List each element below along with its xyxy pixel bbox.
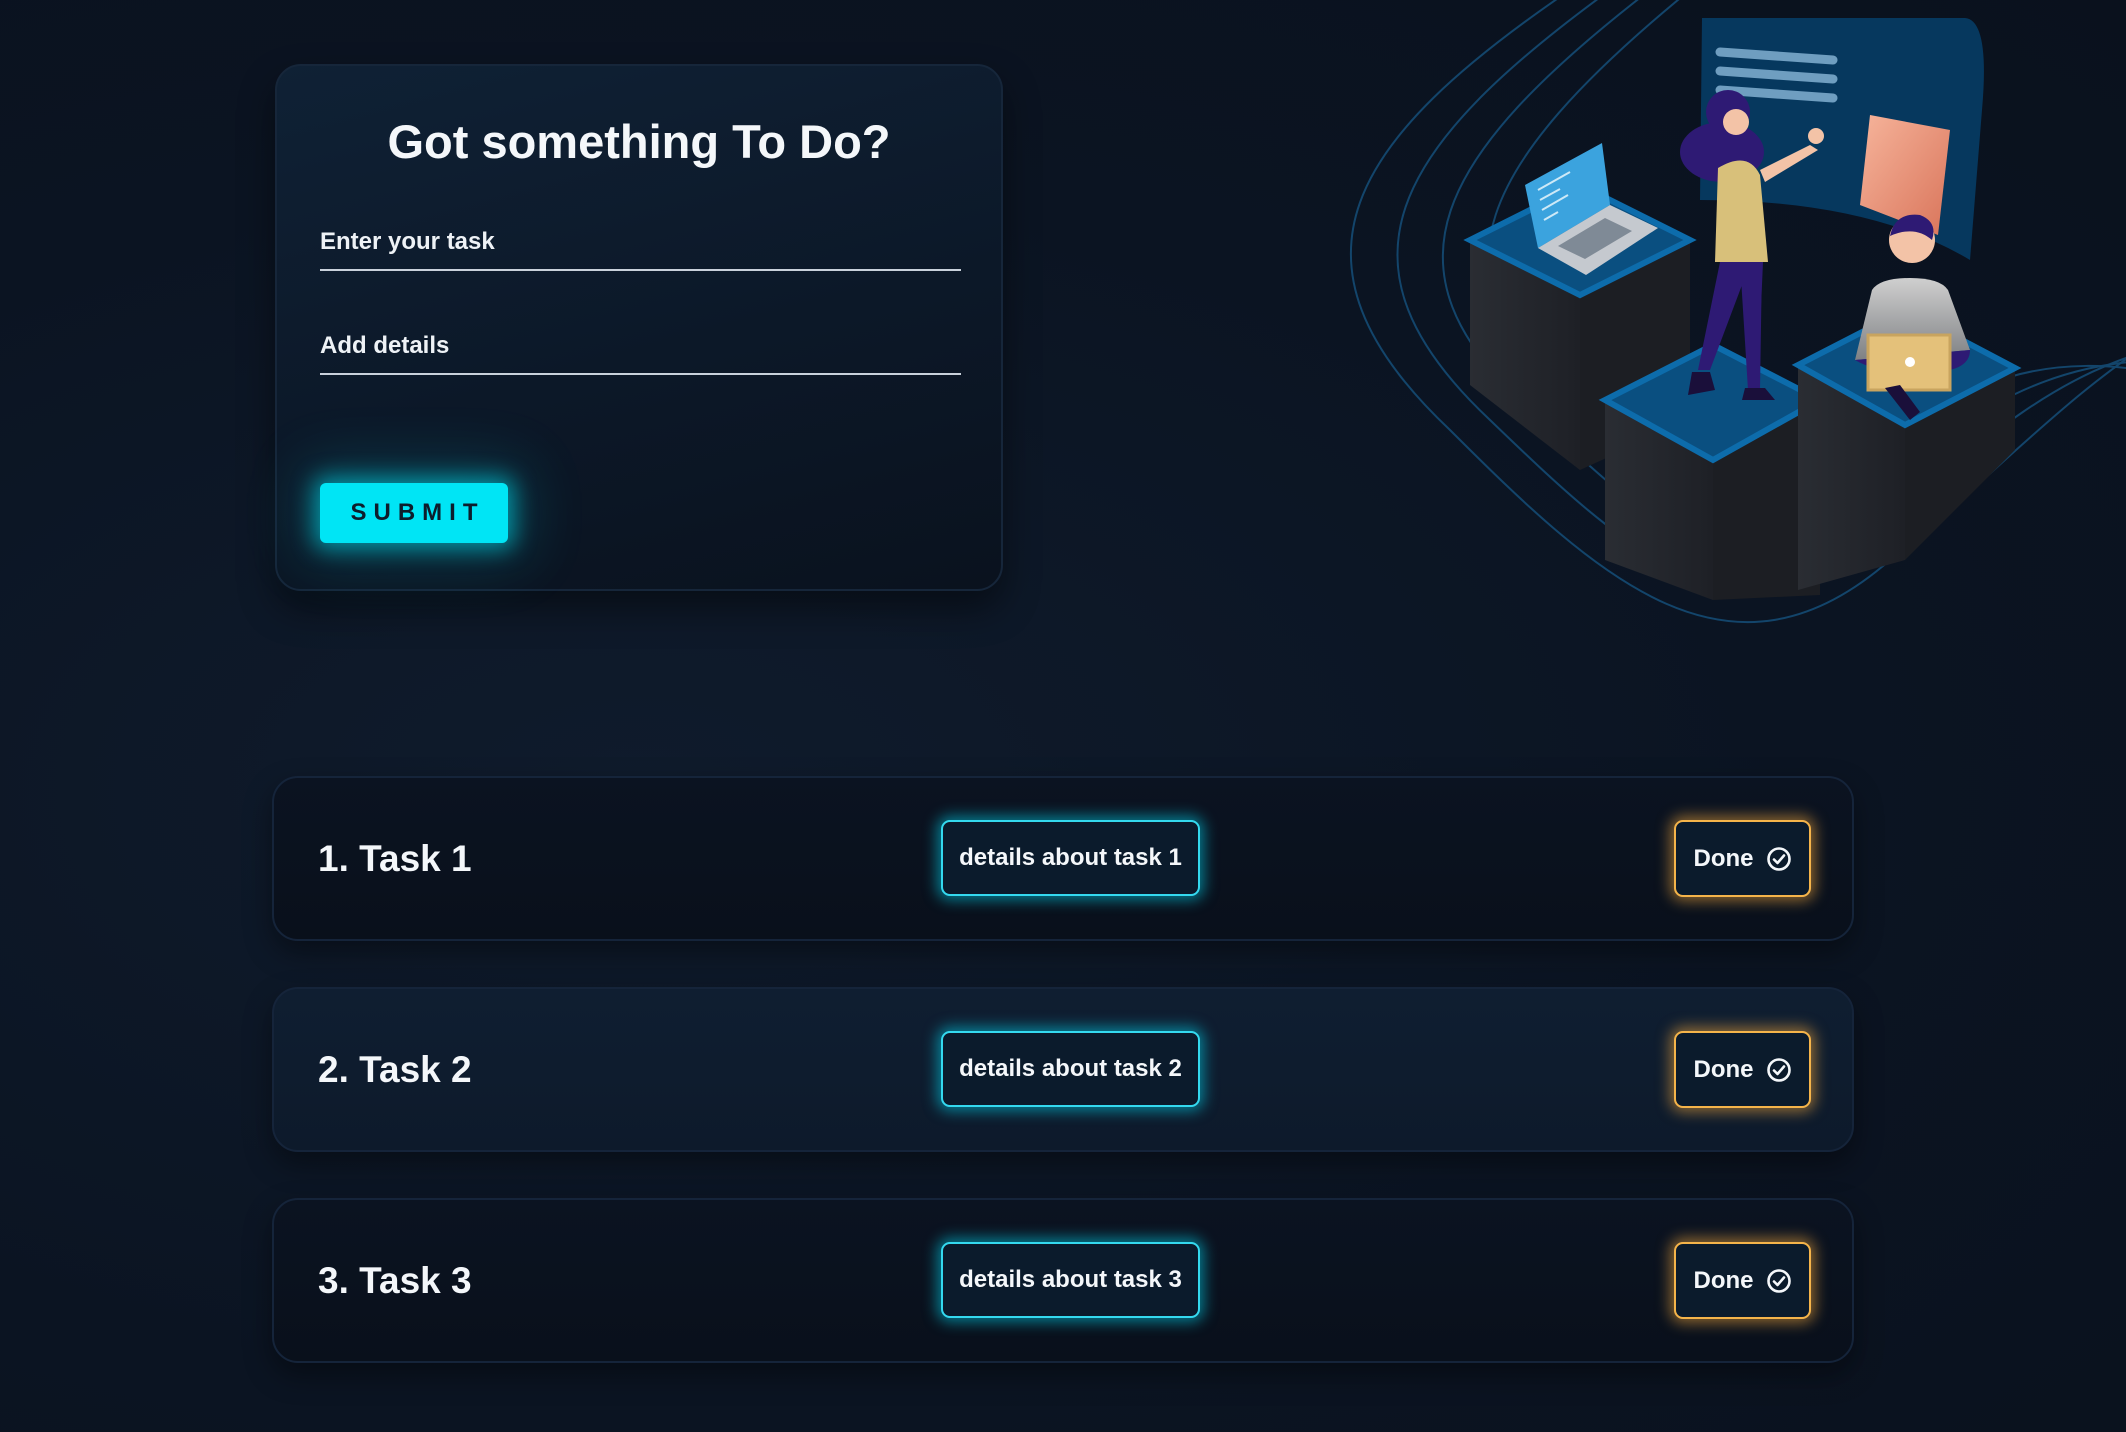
done-label: Done <box>1693 1266 1754 1294</box>
task-row: 3. Task 3 details about task 3 Done <box>272 1198 1854 1363</box>
task-title: 2. Task 2 <box>318 1048 472 1090</box>
done-button[interactable]: Done <box>1674 1242 1811 1319</box>
check-circle-icon <box>1766 1268 1791 1293</box>
task-row: 1. Task 1 details about task 1 Done <box>272 776 1854 941</box>
task-title: 1. Task 1 <box>318 837 472 879</box>
task-title: 3. Task 3 <box>318 1259 472 1301</box>
done-label: Done <box>1693 1055 1754 1083</box>
done-button[interactable]: Done <box>1674 820 1811 897</box>
details-field <box>320 332 961 375</box>
check-circle-icon <box>1766 1057 1791 1082</box>
task-form-card: Got something To Do? SUBMIT <box>275 64 1003 591</box>
details-input[interactable] <box>320 332 961 375</box>
submit-button[interactable]: SUBMIT <box>320 483 508 543</box>
check-circle-icon <box>1766 846 1791 871</box>
task-input[interactable] <box>320 228 961 271</box>
done-label: Done <box>1693 844 1754 872</box>
team-illustration <box>1349 0 2126 624</box>
task-field <box>320 228 961 271</box>
form-title: Got something To Do? <box>387 115 891 168</box>
task-details-button[interactable]: details about task 2 <box>941 1031 1200 1107</box>
done-button[interactable]: Done <box>1674 1031 1811 1108</box>
task-details-button[interactable]: details about task 3 <box>941 1242 1200 1318</box>
task-details-button[interactable]: details about task 1 <box>941 820 1200 896</box>
task-row: 2. Task 2 details about task 2 Done <box>272 987 1854 1152</box>
